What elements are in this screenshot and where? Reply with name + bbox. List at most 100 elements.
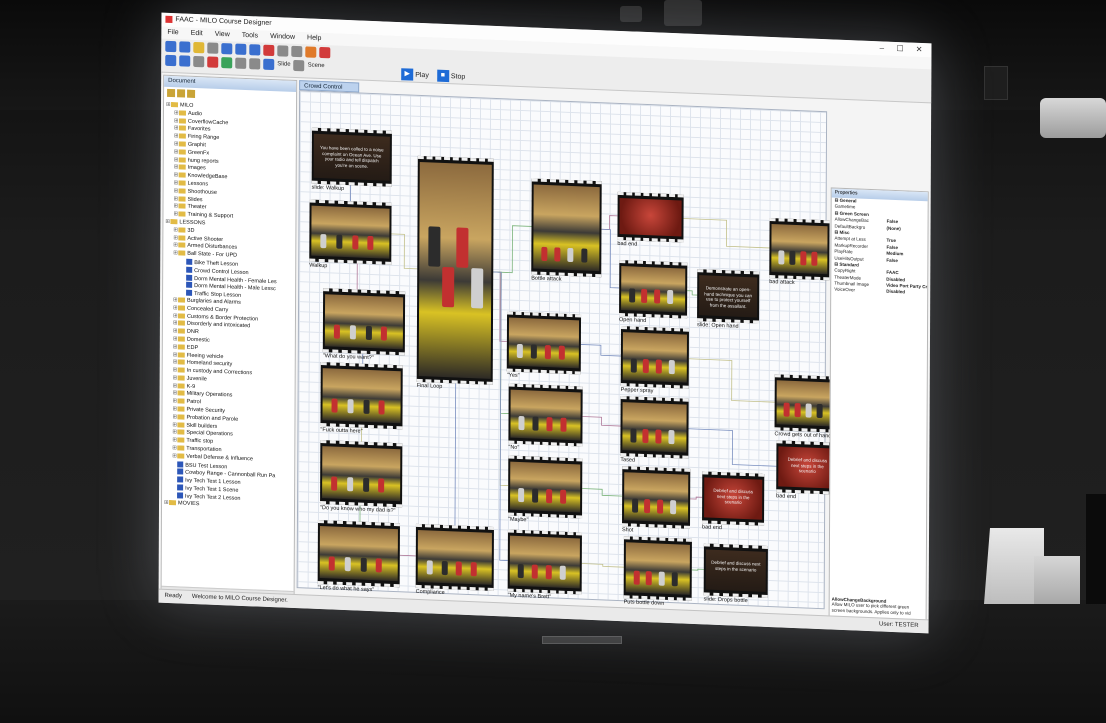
tree-item-label: hung reports xyxy=(187,157,219,165)
video-node[interactable]: "Fuck outta here" xyxy=(320,362,403,437)
node-thumbnail-frame xyxy=(622,466,691,529)
person-figure xyxy=(657,499,664,514)
node-thumbnail xyxy=(619,197,682,237)
node-thumbnail xyxy=(509,535,580,589)
course-canvas[interactable]: You have been called to a noise complain… xyxy=(296,90,839,610)
slide-button[interactable]: Slide xyxy=(277,59,290,71)
grid-icon[interactable] xyxy=(193,55,205,68)
stop-button[interactable]: ■ Stop xyxy=(436,69,465,83)
undo-icon[interactable] xyxy=(235,43,247,55)
scene-icon[interactable] xyxy=(293,59,305,72)
lesson-icon xyxy=(177,476,184,483)
slide-node[interactable]: You have been called to a noise complain… xyxy=(312,127,392,195)
slide-node[interactable]: Debrief and discuss next steps in the sc… xyxy=(701,471,765,533)
person-figure xyxy=(580,248,587,263)
node-thumbnail-frame xyxy=(508,383,583,447)
tree-item-label: Private Security xyxy=(186,406,226,415)
paste-icon[interactable] xyxy=(305,46,317,58)
redo-icon[interactable] xyxy=(249,44,261,56)
delete-icon[interactable] xyxy=(263,44,275,57)
video-node[interactable]: Shot xyxy=(622,466,691,537)
scene-link xyxy=(683,218,770,249)
lesson-icon xyxy=(186,258,193,265)
record-icon[interactable] xyxy=(319,46,331,59)
tree-item-label: Ball State - For UPD xyxy=(187,250,238,259)
video-node[interactable]: "Do you know who my dad is?" xyxy=(320,440,403,515)
node-caption: "What do you want?" xyxy=(322,353,374,362)
slide-node[interactable]: Debrief and discuss next steps in the sc… xyxy=(704,543,768,606)
video-icon[interactable] xyxy=(249,58,261,70)
video-node[interactable]: Bottle attack xyxy=(531,178,602,285)
new-icon[interactable] xyxy=(165,40,177,53)
video-node[interactable]: Walkup xyxy=(309,199,392,273)
menu-tools[interactable]: Tools xyxy=(242,32,258,43)
scene-button[interactable]: Scene xyxy=(308,60,325,72)
person-figure xyxy=(518,487,525,503)
video-node[interactable]: "Let's do what he says" xyxy=(318,519,400,595)
folder-icon xyxy=(178,133,186,139)
video-node[interactable]: Puts bottle down xyxy=(624,536,692,609)
node-caption: bad end xyxy=(701,524,722,532)
zoom-in-icon[interactable] xyxy=(165,54,177,67)
node-thumbnail xyxy=(324,294,404,350)
tree-item-label: LESSONS xyxy=(179,219,206,227)
node-thumbnail-frame xyxy=(620,326,689,389)
minimize-button[interactable]: – xyxy=(880,43,889,52)
video-node[interactable]: Final Loop xyxy=(416,155,494,393)
cut-icon[interactable] xyxy=(277,45,289,57)
close-button[interactable]: ✕ xyxy=(916,45,928,54)
menu-file[interactable]: File xyxy=(167,29,178,39)
node-caption: Open hand xyxy=(619,316,647,325)
property-value[interactable]: (None) xyxy=(887,225,901,232)
slide-icon[interactable] xyxy=(263,58,275,71)
slide-node[interactable]: bad end xyxy=(617,191,684,251)
node-thumbnail-frame xyxy=(623,536,692,601)
person-figure xyxy=(671,572,678,587)
folder-icon[interactable] xyxy=(167,88,176,98)
video-node[interactable]: Compliance xyxy=(416,523,494,599)
folder-icon[interactable] xyxy=(187,89,196,98)
video-node[interactable]: "My name's Brett" xyxy=(508,529,582,603)
video-node[interactable]: bad attack xyxy=(769,217,830,288)
video-node[interactable]: Crowd gets out of hand xyxy=(774,374,835,440)
folder-icon[interactable] xyxy=(177,89,186,98)
tree-item-label: Active Shooter xyxy=(187,235,224,243)
scene-link xyxy=(688,428,777,467)
person-figure xyxy=(545,345,552,360)
maximize-button[interactable]: ☐ xyxy=(896,44,908,53)
marker-icon[interactable] xyxy=(207,56,219,68)
tree-item-label: Concealed Carry xyxy=(186,305,229,314)
node-thumbnail-frame xyxy=(309,199,392,265)
menu-view[interactable]: View xyxy=(215,31,230,42)
person-figure xyxy=(360,557,367,572)
video-node[interactable]: Pepper spray xyxy=(621,326,689,397)
folder-icon xyxy=(177,351,185,358)
video-node[interactable]: Tased xyxy=(620,396,689,467)
play-button[interactable]: ▶ Play xyxy=(401,68,429,81)
slide-node[interactable]: Demonstrate an open-hand technique you c… xyxy=(697,269,760,331)
scene-icon[interactable] xyxy=(179,41,191,53)
copy-icon[interactable] xyxy=(291,45,303,58)
scene-link xyxy=(493,225,532,274)
folder-icon xyxy=(178,156,186,163)
print-icon[interactable] xyxy=(221,43,233,55)
menu-edit[interactable]: Edit xyxy=(191,30,203,40)
menu-help[interactable]: Help xyxy=(307,34,321,45)
cabinet xyxy=(1086,494,1106,604)
connect-icon[interactable] xyxy=(221,57,233,69)
save-icon[interactable] xyxy=(207,42,219,54)
video-node[interactable]: "Yes" xyxy=(507,311,582,382)
folder-icon xyxy=(177,305,186,311)
node-caption: Final Loop xyxy=(416,382,443,390)
property-value[interactable]: False xyxy=(886,257,898,264)
video-node[interactable]: "Maybe" xyxy=(508,455,583,527)
lesson-icon xyxy=(186,266,193,273)
video-node[interactable]: "What do you want?" xyxy=(322,288,406,363)
image-icon[interactable] xyxy=(235,57,247,69)
zoom-out-icon[interactable] xyxy=(179,55,191,67)
scene-link xyxy=(582,488,623,497)
open-icon[interactable] xyxy=(193,41,205,54)
video-node[interactable]: "No" xyxy=(508,383,583,455)
video-node[interactable]: Open hand xyxy=(619,259,688,327)
property-value[interactable]: Disabled xyxy=(886,289,905,296)
